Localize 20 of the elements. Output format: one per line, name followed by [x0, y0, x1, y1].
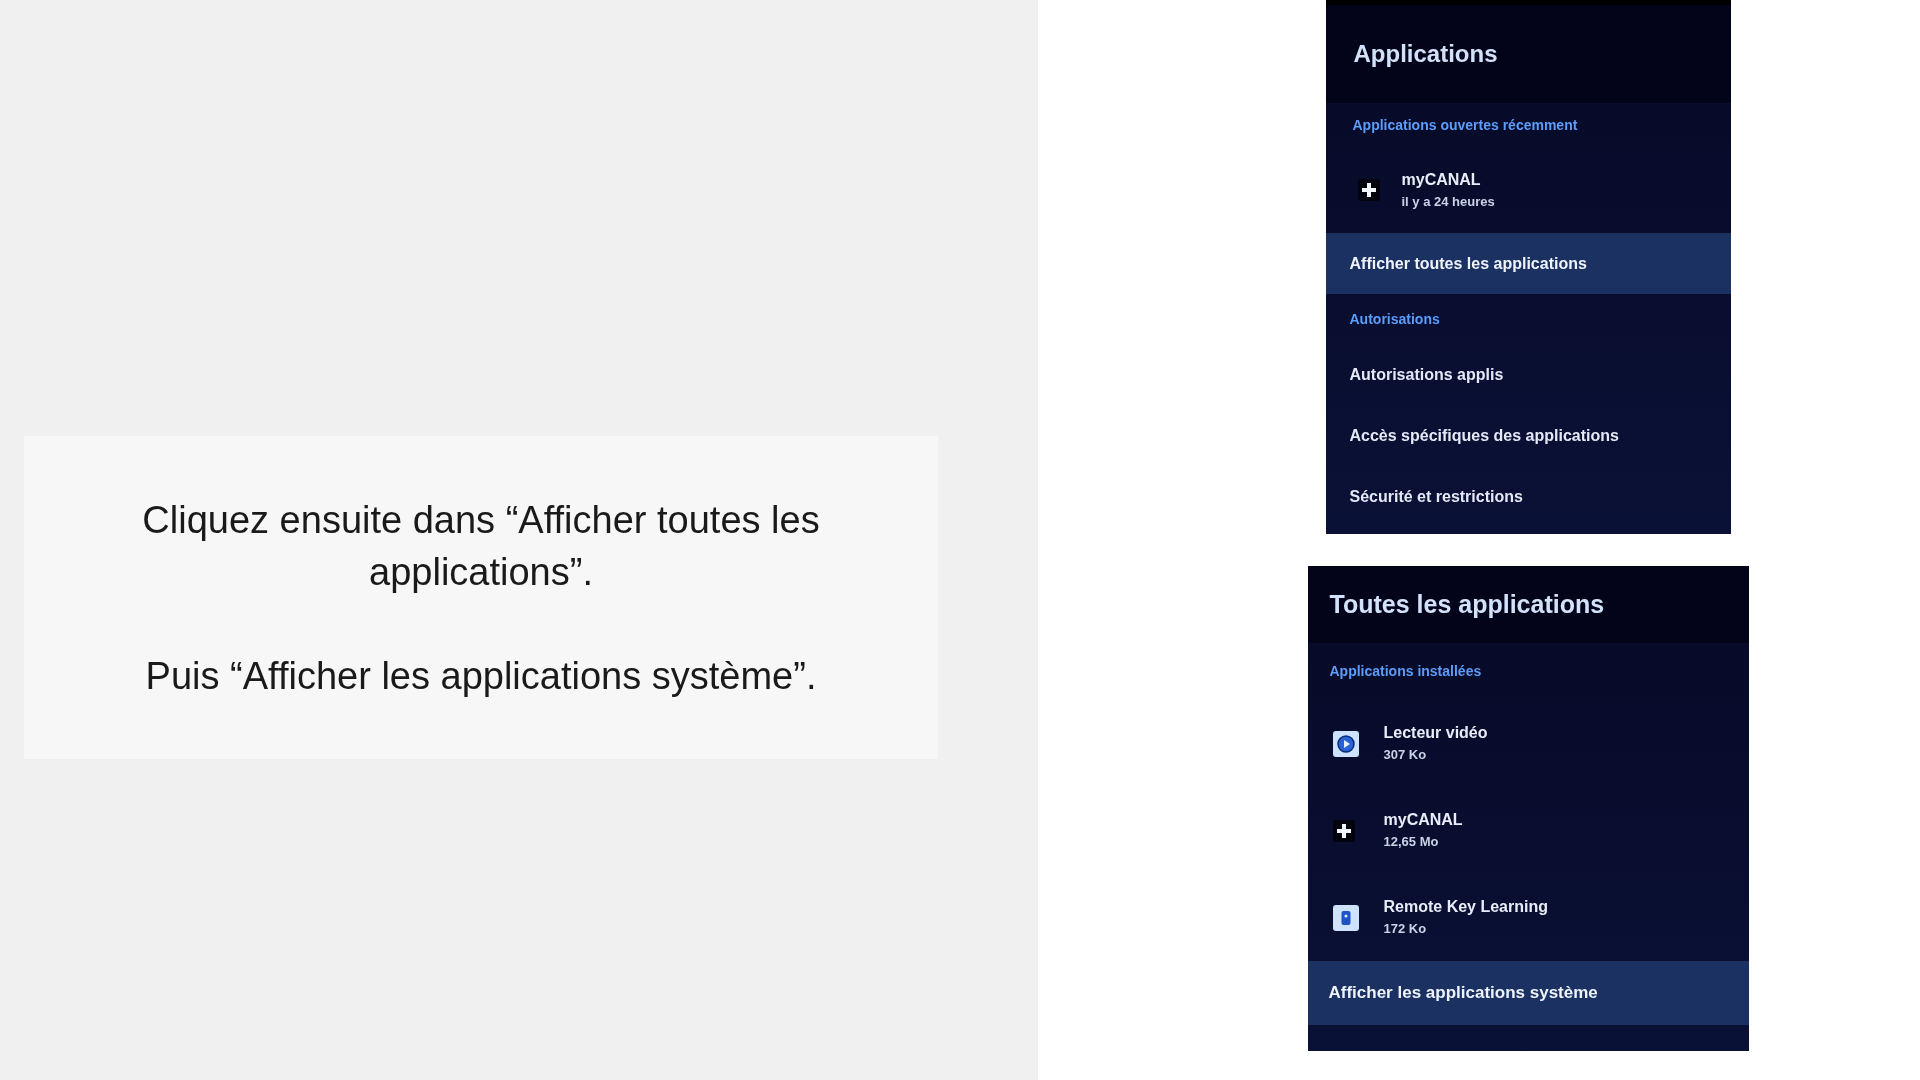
app-list-item[interactable]: Lecteur vidéo 307 Ko	[1307, 700, 1749, 787]
section-heading: Applications ouvertes récemment	[1352, 115, 1578, 135]
app-list-item[interactable]: myCANAL il y a 24 heures	[1325, 147, 1731, 233]
plus-icon	[1332, 819, 1355, 842]
section-heading: Applications installées	[1329, 662, 1482, 681]
plus-icon	[1357, 179, 1380, 201]
instruction-text: Cliquez ensuite dans “Afficher toutes les applications”.	[141, 497, 821, 595]
menu-item[interactable]: Autorisations applis	[1325, 344, 1731, 405]
section-heading: Autorisations	[1349, 309, 1440, 329]
screen-title: Toutes les applications	[1329, 588, 1605, 620]
app-list-item[interactable]: Remote Key Learning 172 Ko	[1307, 874, 1749, 961]
menu-item[interactable]: Afficher les applications système	[1307, 961, 1749, 1025]
play-icon	[1332, 730, 1359, 757]
screen-title: Applications	[1353, 39, 1498, 69]
app-list-item[interactable]: myCANAL 12,65 Mo	[1307, 787, 1749, 874]
menu-item[interactable]: Accès spécifiques des applications	[1325, 405, 1731, 466]
menu-item[interactable]: Sécurité et restrictions	[1325, 466, 1731, 527]
instruction-text: Puis “Afficher les applications système”.	[145, 653, 817, 699]
menu-item[interactable]: Afficher toutes les applications	[1325, 233, 1731, 294]
remote-icon	[1332, 904, 1359, 931]
